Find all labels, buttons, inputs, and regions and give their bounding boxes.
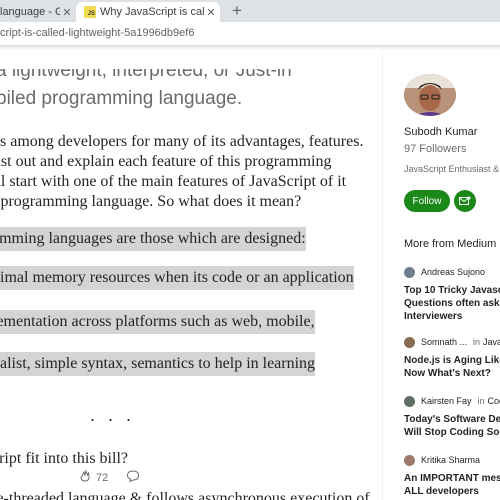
article-action-bar: 72 <box>78 468 140 488</box>
author-avatar[interactable] <box>404 74 456 116</box>
rec-title-line[interactable]: Will Stop Coding Soon <box>404 426 500 439</box>
tab-title: language - Google Se <box>0 6 60 18</box>
rec-publication[interactable]: CodeX <box>488 396 500 406</box>
rec-title-line[interactable]: Now What's Next? <box>404 367 500 380</box>
rec-title-line[interactable]: Top 10 Tricky Javascrip <box>404 284 500 297</box>
url-text[interactable]: cript-is-called-lightweight-5a1996db9ef6 <box>0 27 194 39</box>
author-avatar-small[interactable] <box>404 395 415 407</box>
highlight-text[interactable]: amming languages are those which are des… <box>0 227 306 251</box>
rec-title-line[interactable]: Today's Software Dev <box>404 413 500 426</box>
paragraph-line: us among developers for many of its adva… <box>0 133 364 150</box>
clap-icon[interactable] <box>78 468 92 488</box>
author-followers[interactable]: 97 Followers <box>404 143 466 155</box>
paragraph-line: t programming language. So what does it … <box>0 193 302 210</box>
browser-tab-active-article[interactable]: JS Why JavaScript is called lightwei ✕ <box>76 2 220 22</box>
highlighted-line[interactable]: amming languages are those which are des… <box>0 227 306 251</box>
rec-author[interactable]: Andreas Sujono <box>421 267 485 277</box>
subscribe-button[interactable] <box>454 190 476 212</box>
highlighted-line[interactable]: nimal memory resources when its code or … <box>0 266 354 290</box>
clap-count: 72 <box>96 472 109 484</box>
follow-button[interactable]: Follow <box>404 190 450 212</box>
paragraph-line: list out and explain each feature of thi… <box>0 153 332 170</box>
article-subtitle: biled programming language. <box>0 88 243 109</box>
more-from-heading: More from Medium <box>404 238 497 250</box>
paragraph-line: cript fit into this bill? <box>0 450 128 467</box>
recommended-article[interactable]: Somnath ... inJavaScript Node.js is Aging… <box>404 336 500 380</box>
section-separator: ... <box>90 405 145 425</box>
rec-title-line[interactable]: Questions often asked <box>404 297 500 310</box>
rec-title-line[interactable]: ALL developers <box>404 485 500 498</box>
rec-author[interactable]: Kairsten Fay <box>421 396 472 406</box>
browser-tab-google-search[interactable]: language - Google Se ✕ <box>0 2 76 22</box>
tab-title: Why JavaScript is called lightwei <box>100 6 204 18</box>
highlighted-line[interactable]: nalist, simple syntax, semantics to help… <box>0 352 316 376</box>
rec-in-label: in <box>477 396 485 406</box>
recommended-article[interactable]: Kairsten Fay inCodeX Today's Software Dev… <box>404 395 500 439</box>
rec-in-label: in <box>473 337 481 347</box>
browser-tabstrip: language - Google Se ✕ JS Why JavaScript… <box>0 0 500 22</box>
rec-title-line[interactable]: Node.js is Aging Like <box>404 354 500 367</box>
highlight-text[interactable]: nimal memory resources when its code or … <box>0 266 354 290</box>
author-avatar-small[interactable] <box>404 454 415 466</box>
close-tab-icon[interactable]: ✕ <box>60 6 74 19</box>
author-avatar-small[interactable] <box>404 266 415 278</box>
rec-publication[interactable]: JavaScript <box>483 337 500 347</box>
address-bar[interactable]: cript-is-called-lightweight-5a1996db9ef6 <box>0 22 500 46</box>
rec-author[interactable]: Kritika Sharma <box>421 455 480 465</box>
highlight-text[interactable]: nalist, simple syntax, semantics to help… <box>0 352 316 376</box>
article-body: a lightweight, interpreted, or Just-in b… <box>0 50 380 500</box>
highlighted-line[interactable]: lementation across platforms such as web… <box>0 310 315 334</box>
subscribe-mail-icon <box>459 196 471 205</box>
comment-icon[interactable] <box>126 469 140 488</box>
highlight-text[interactable]: lementation across platforms such as web… <box>0 310 315 334</box>
paragraph-line: ill start with one of the main features … <box>0 173 347 190</box>
author-avatar-small[interactable] <box>404 336 415 348</box>
rec-title-line[interactable]: An IMPORTANT messa <box>404 472 500 485</box>
javascript-favicon-icon: JS <box>84 6 96 18</box>
rec-title-line[interactable]: Interviewers <box>404 310 500 323</box>
close-tab-icon[interactable]: ✕ <box>204 6 218 19</box>
recommended-article[interactable]: Kritika Sharma An IMPORTANT messa ALL de… <box>404 454 500 498</box>
recommended-article[interactable]: Andreas Sujono Top 10 Tricky Javascrip Q… <box>404 266 500 323</box>
article-subtitle-cut: a lightweight, interpreted, or Just-in <box>0 60 292 81</box>
author-name[interactable]: Subodh Kumar <box>404 126 477 138</box>
new-tab-plus-icon[interactable]: + <box>229 1 245 21</box>
rec-author[interactable]: Somnath ... <box>421 337 467 347</box>
paragraph-line: le-threaded language & follows asynchron… <box>0 490 370 500</box>
author-bio: JavaScript Enthusiast & V <box>404 164 500 174</box>
sidebar-divider <box>382 50 383 500</box>
